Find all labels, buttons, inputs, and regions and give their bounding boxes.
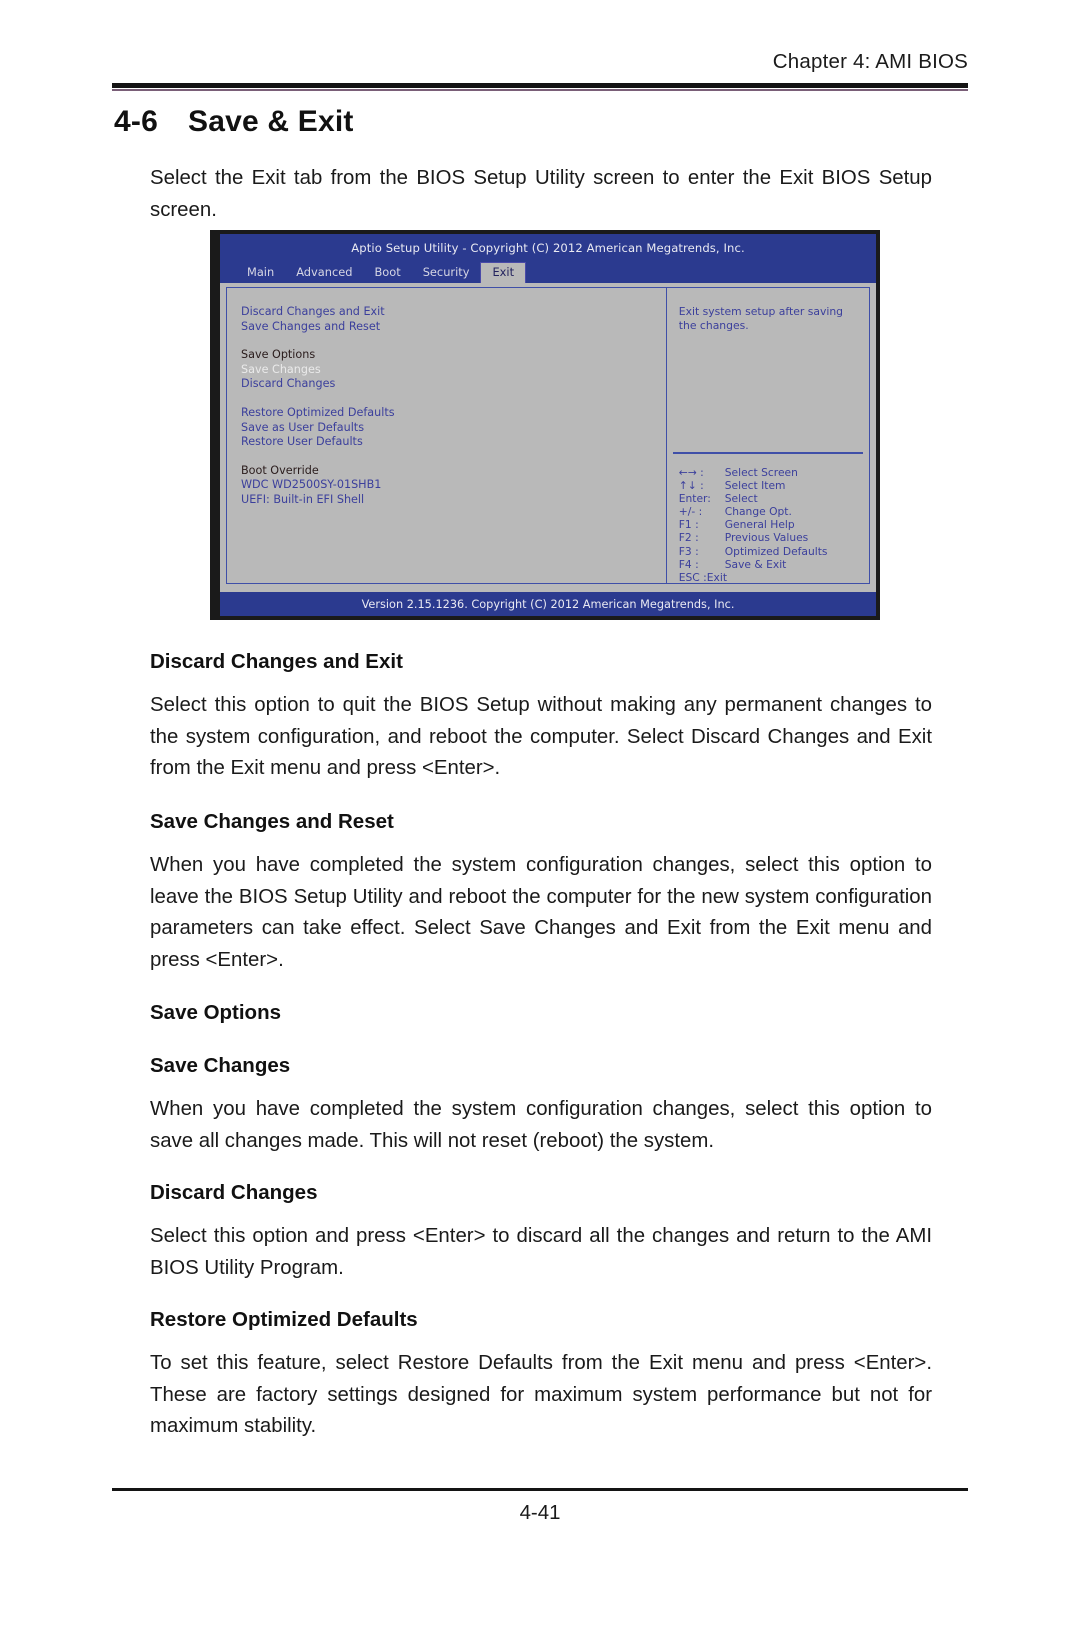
subsection-body: When you have completed the system confi… — [150, 1098, 932, 1152]
bios-screen: Aptio Setup Utility - Copyright (C) 2012… — [220, 234, 876, 616]
menu-spacer — [241, 450, 666, 464]
menu-item-restore-optimized-defaults[interactable]: Restore Optimized Defaults — [241, 406, 666, 421]
subsection-body: Select this option and press <Enter> to … — [150, 1225, 932, 1279]
section-restore-optimized-defaults: Restore Optimized Defaults To set this f… — [150, 1306, 932, 1443]
key-legend-row: F2 : Previous Values — [679, 531, 828, 544]
key-legend: ←→ : Select Screen ↑↓ : Select Item Ente… — [679, 466, 828, 584]
bios-version-bar: Version 2.15.1236. Copyright (C) 2012 Am… — [220, 592, 876, 616]
footer-rule — [112, 1488, 968, 1491]
subsection-heading: Restore Optimized Defaults — [150, 1308, 418, 1331]
key-action: Exit — [706, 570, 728, 584]
key-action: Optimized Defaults — [724, 544, 828, 558]
tab-exit[interactable]: Exit — [480, 262, 527, 283]
key-action: Select — [724, 492, 758, 506]
section-number: 4-6 — [114, 105, 158, 138]
tab-boot[interactable]: Boot — [363, 263, 411, 283]
section-save-options: Save Options — [150, 999, 932, 1027]
bios-menu-pane: Discard Changes and Exit Save Changes an… — [227, 288, 667, 583]
section-save-changes-and-reset: Save Changes and Reset When you have com… — [150, 808, 932, 976]
subsection-heading: Discard Changes — [150, 1181, 318, 1204]
menu-item-save-changes-and-reset[interactable]: Save Changes and Reset — [241, 320, 666, 335]
bios-screenshot-figure: Aptio Setup Utility - Copyright (C) 2012… — [210, 230, 880, 620]
tab-advanced[interactable]: Advanced — [285, 263, 363, 283]
bios-title-bar: Aptio Setup Utility - Copyright (C) 2012… — [220, 234, 876, 262]
key-label: F3 : — [678, 544, 699, 558]
section-discard-changes-and-exit: Discard Changes and Exit Select this opt… — [150, 648, 932, 785]
header-rule — [112, 83, 968, 92]
key-legend-row: F4 : Save & Exit — [679, 558, 828, 571]
key-action: Change Opt. — [724, 505, 792, 519]
key-legend-row: ↑↓ : Select Item — [679, 479, 828, 492]
key-action: General Help — [724, 518, 795, 532]
intro-paragraph: Select the Exit tab from the BIOS Setup … — [150, 167, 932, 221]
menu-group-boot-override: Boot Override — [241, 463, 319, 477]
subsection-heading: Discard Changes and Exit — [150, 650, 403, 673]
section-discard-changes: Discard Changes Select this option and p… — [150, 1179, 932, 1284]
bios-tab-bar: Main Advanced Boot Security Exit — [220, 262, 876, 283]
subsection-body: Select this option to quit the BIOS Setu… — [150, 694, 932, 780]
running-header: Chapter 4: AMI BIOS — [772, 50, 968, 73]
header-rule-thick — [112, 83, 968, 88]
key-legend-row: Enter: Select — [679, 492, 828, 505]
manual-page: Chapter 4: AMI BIOS 4-6 Save & Exit Selec… — [0, 0, 1080, 1650]
page-title: 4-6 Save & Exit — [114, 105, 354, 139]
help-divider — [672, 452, 863, 454]
section-title: Save & Exit — [188, 105, 354, 138]
key-label: +/- : — [678, 505, 703, 519]
intro-block: Select the Exit tab from the BIOS Setup … — [150, 163, 932, 226]
key-legend-row: F1 : General Help — [679, 518, 828, 531]
menu-item-boot-device-efi-shell[interactable]: UEFI: Built-in EFI Shell — [241, 493, 666, 508]
key-action: Select Screen — [724, 466, 798, 479]
key-action: Select Item — [724, 479, 786, 493]
tab-security[interactable]: Security — [412, 263, 481, 283]
bios-help-pane: Exit system setup after saving the chang… — [667, 288, 869, 584]
menu-item-discard-changes-and-exit[interactable]: Discard Changes and Exit — [241, 305, 666, 320]
header-rule-thin — [112, 89, 968, 91]
menu-item-boot-device-hdd[interactable]: WDC WD2500SY-01SHB1 — [241, 478, 666, 493]
key-label: F2 : — [678, 531, 699, 545]
menu-item-save-as-user-defaults[interactable]: Save as User Defaults — [241, 421, 666, 436]
subsection-body: When you have completed the system confi… — [150, 854, 932, 971]
key-label: F4 : — [678, 557, 699, 571]
bios-content-frame: Discard Changes and Exit Save Changes an… — [226, 287, 870, 584]
subsection-body: To set this feature, select Restore Defa… — [150, 1352, 932, 1438]
help-description: Exit system setup after saving the chang… — [678, 305, 844, 333]
menu-spacer — [241, 392, 666, 406]
key-label: ESC : — [678, 570, 707, 584]
tab-main[interactable]: Main — [236, 263, 285, 283]
key-label: ←→ : — [678, 466, 704, 479]
key-action: Previous Values — [724, 531, 809, 545]
key-legend-row: F3 : Optimized Defaults — [679, 545, 828, 558]
menu-item-restore-user-defaults[interactable]: Restore User Defaults — [241, 435, 666, 450]
subsection-heading: Save Changes and Reset — [150, 810, 394, 833]
menu-item-save-changes[interactable]: Save Changes — [241, 363, 666, 378]
bios-content-area: Discard Changes and Exit Save Changes an… — [220, 283, 876, 588]
page-number: 4-41 — [519, 1502, 561, 1524]
menu-group-save-options: Save Options — [241, 348, 316, 362]
key-label: ↑↓ : — [678, 479, 704, 493]
menu-spacer — [241, 334, 666, 348]
subsection-heading: Save Options — [150, 1001, 282, 1024]
key-action: Save & Exit — [724, 557, 787, 571]
subsection-heading: Save Changes — [150, 1054, 291, 1077]
key-legend-row: ESC : Exit — [679, 571, 828, 584]
key-legend-row: ←→ : Select Screen — [679, 466, 828, 479]
key-label: F1 : — [678, 518, 699, 532]
menu-item-discard-changes[interactable]: Discard Changes — [241, 377, 666, 392]
key-legend-row: +/- : Change Opt. — [679, 505, 828, 518]
section-save-changes: Save Changes When you have completed the… — [150, 1052, 932, 1157]
key-label: Enter: — [678, 492, 711, 506]
